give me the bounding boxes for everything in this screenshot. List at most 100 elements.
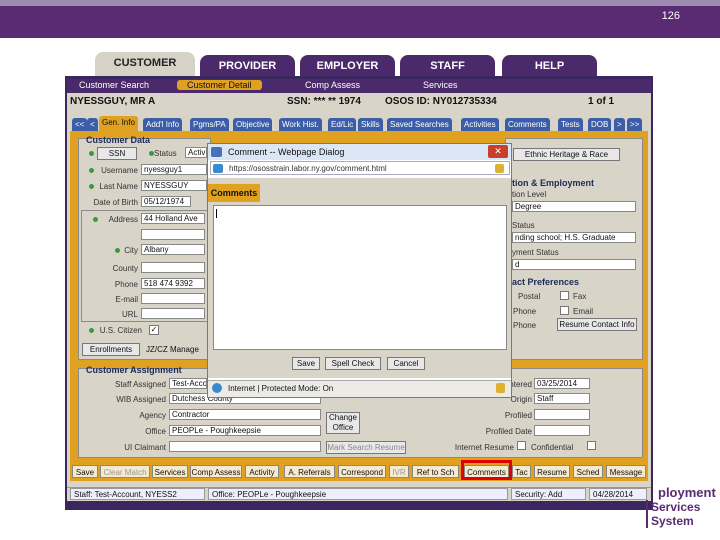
- staff-assigned-field[interactable]: Test-Acco: [169, 378, 207, 389]
- slide-number: 126: [661, 10, 680, 22]
- county-field[interactable]: [141, 262, 205, 273]
- a-referrals-button[interactable]: A. Referrals: [284, 465, 335, 478]
- comp-assess-button[interactable]: Comp Assess: [190, 465, 242, 478]
- office-field[interactable]: PEOPLe - Poughkeepsie: [169, 425, 321, 436]
- subnav-customer-search[interactable]: Customer Search: [79, 80, 149, 90]
- dialog-comments-tab[interactable]: Comments: [208, 184, 260, 202]
- phone-field[interactable]: 518 474 9392: [141, 278, 205, 289]
- tab-provider[interactable]: PROVIDER: [200, 55, 295, 77]
- dialog-status-bar: Internet | Protected Mode: On: [208, 380, 511, 397]
- mark-search-resume-button[interactable]: Mark Search Resume: [326, 441, 406, 454]
- phone2-pref-label: Phone: [513, 321, 537, 330]
- correspond-button[interactable]: Correspond: [338, 465, 386, 478]
- subtab-comments[interactable]: Comments: [505, 118, 550, 132]
- dob-field[interactable]: 05/12/1974: [141, 196, 191, 207]
- protected-mode-lock-icon: [496, 383, 505, 393]
- school-status-label: Status: [512, 221, 535, 230]
- internet-resume-label: Internet Resume: [454, 443, 514, 452]
- subtab-saved-searches[interactable]: Saved Searches: [387, 118, 452, 132]
- subtab-prev[interactable]: <: [87, 118, 98, 132]
- fax-label: Fax: [573, 292, 587, 301]
- slide-header-bar: [0, 0, 720, 38]
- tab-employer[interactable]: EMPLOYER: [300, 55, 395, 77]
- email-field[interactable]: [141, 293, 205, 304]
- tab-customer[interactable]: CUSTOMER: [95, 52, 195, 77]
- customer-assignment-title: Customer Assignment: [86, 365, 182, 375]
- ref-to-sch-button[interactable]: Ref to Sch: [412, 465, 459, 478]
- subtab-addl-info[interactable]: Add'l Info: [143, 118, 183, 132]
- city-field[interactable]: Albany: [141, 244, 205, 255]
- logo-line1: ployment: [658, 485, 716, 500]
- subtab-last[interactable]: >>: [627, 118, 643, 132]
- address-field[interactable]: 44 Holland Ave: [141, 213, 205, 224]
- ssn-button[interactable]: SSN: [97, 147, 137, 160]
- status-select[interactable]: Activ: [185, 147, 207, 158]
- message-button[interactable]: Message: [606, 465, 646, 478]
- clear-match-button[interactable]: Clear Match: [100, 465, 150, 478]
- subtab-dob[interactable]: DOB: [588, 118, 612, 132]
- ethnic-heritage-button[interactable]: Ethnic Heritage & Race: [513, 148, 620, 161]
- subtab-tests[interactable]: Tests: [558, 118, 583, 132]
- subnav-customer-detail[interactable]: Customer Detail: [177, 80, 262, 90]
- internet-resume-checkbox[interactable]: [517, 441, 526, 450]
- entered-field: 03/25/2014: [534, 378, 590, 389]
- required-dot: [89, 151, 94, 156]
- subtab-activities[interactable]: Activities: [461, 118, 499, 132]
- postal-label: Postal: [518, 292, 541, 301]
- tab-help[interactable]: HELP: [502, 55, 597, 77]
- close-icon[interactable]: ✕: [488, 145, 508, 158]
- edu-level-select[interactable]: Degree: [512, 201, 636, 212]
- subtab-first[interactable]: <<: [72, 118, 88, 132]
- status-staff: Staff: Test-Account, NYESS2: [70, 488, 205, 500]
- office-label: Office: [145, 427, 166, 436]
- subnav-comp-assess[interactable]: Comp Assess: [305, 80, 360, 90]
- customer-ssn: SSN: *** ** 1974: [287, 96, 361, 107]
- confidential-label: Confidential: [531, 443, 574, 452]
- subtab-pgms-pa[interactable]: Pgms/PA: [190, 118, 229, 132]
- dialog-save-button[interactable]: Save: [292, 357, 320, 370]
- address-line2-field[interactable]: [141, 229, 205, 240]
- dialog-url: https://ososstrain.labor.ny.gov/comment.…: [210, 161, 510, 175]
- change-office-button[interactable]: Change Office: [326, 412, 360, 434]
- last-name-label: Last Name: [99, 182, 138, 191]
- agency-field[interactable]: Contractor: [169, 409, 321, 420]
- confidential-checkbox[interactable]: [587, 441, 596, 450]
- subtab-objective[interactable]: Objective: [233, 118, 273, 132]
- comment-textarea[interactable]: [213, 205, 507, 350]
- fax-checkbox[interactable]: [560, 291, 569, 300]
- subtab-next[interactable]: >: [614, 118, 625, 132]
- profiled-label: Profiled: [504, 411, 532, 420]
- email-checkbox[interactable]: [560, 306, 569, 315]
- activity-button[interactable]: Activity: [245, 465, 279, 478]
- save-button[interactable]: Save: [72, 465, 98, 478]
- last-name-field[interactable]: NYESSGUY: [141, 180, 207, 191]
- subtab-skills[interactable]: Skills: [358, 118, 383, 132]
- ivr-button[interactable]: IVR: [389, 465, 409, 478]
- spell-check-button[interactable]: Spell Check: [325, 357, 381, 370]
- profiled-date-field: [534, 425, 590, 436]
- ui-claimant-label: UI Claimant: [124, 443, 166, 452]
- sched-button[interactable]: Sched: [573, 465, 603, 478]
- emp-status-label: yment Status: [512, 248, 559, 257]
- record-page: 1 of 1: [588, 96, 615, 107]
- tac-button[interactable]: Tac: [512, 465, 531, 478]
- services-button[interactable]: Services: [152, 465, 188, 478]
- us-citizen-checkbox[interactable]: ✓: [149, 325, 159, 335]
- resume-button[interactable]: Resume: [534, 465, 570, 478]
- osos-id: OSOS ID: NY012735334: [385, 96, 497, 107]
- enrollments-button[interactable]: Enrollments: [82, 343, 140, 356]
- subtab-ed-lic[interactable]: Ed/Lic: [328, 118, 357, 132]
- dialog-cancel-button[interactable]: Cancel: [387, 357, 425, 370]
- tab-staff[interactable]: STAFF: [400, 55, 495, 77]
- ui-claimant-select[interactable]: [169, 441, 321, 452]
- school-status-select[interactable]: nding school; H.S. Graduate: [512, 232, 636, 243]
- subnav-services[interactable]: Services: [423, 80, 458, 90]
- resume-contact-button[interactable]: Resume Contact Info: [557, 318, 637, 331]
- url-field[interactable]: [141, 308, 205, 319]
- text-cursor: [216, 209, 217, 218]
- subtab-work-hist[interactable]: Work Hist.: [279, 118, 322, 132]
- emp-status-select[interactable]: d: [512, 259, 636, 270]
- customer-data-title: Customer Data: [86, 135, 151, 145]
- username-field[interactable]: nyessguy1: [141, 164, 207, 175]
- subtab-gen-info[interactable]: Gen. Info: [99, 116, 138, 132]
